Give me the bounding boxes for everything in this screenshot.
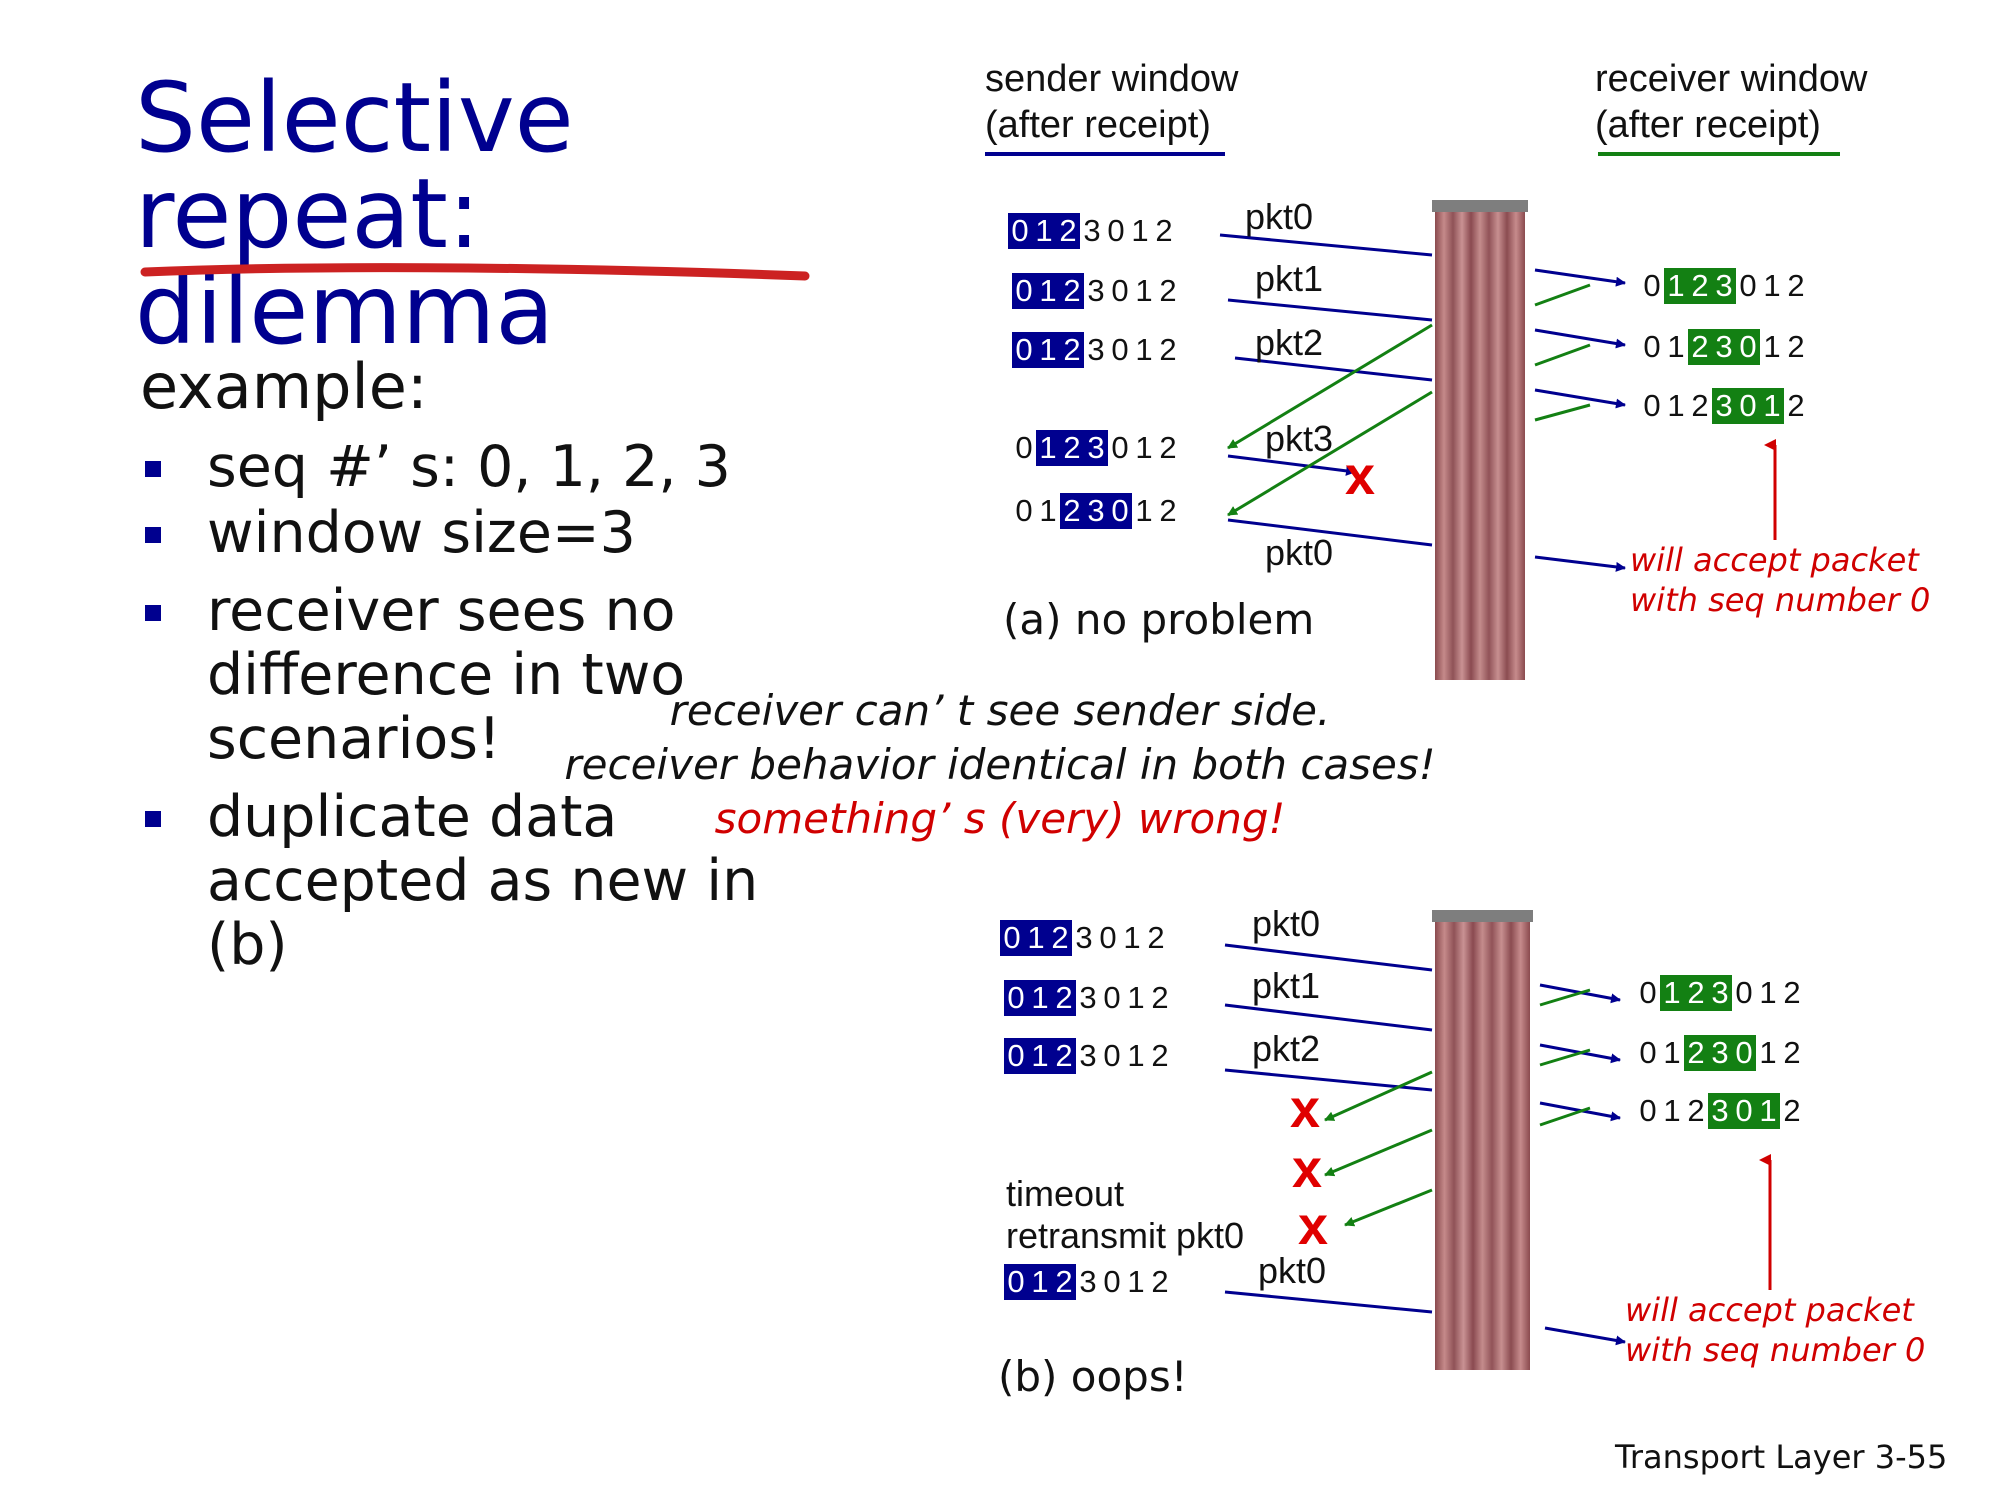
page-number: 3-55: [1874, 1438, 1948, 1476]
receiver-window: 0123012: [1639, 1093, 1801, 1129]
middle-note-line3: something’ s (very) wrong!: [714, 794, 1286, 843]
middle-note-line2: receiver behavior identical in both case…: [564, 740, 1436, 789]
middle-note-line1: receiver can’ t see sender side.: [669, 686, 1331, 735]
timeout-note: timeout retransmit pkt0: [1006, 1173, 1245, 1256]
footer-label: Transport Layer: [1615, 1438, 1865, 1476]
scenario-a-accept-note: will accept packet with seq number 0: [1630, 541, 1931, 619]
scenario-b-accept-note: will accept packet with seq number 0: [1625, 1291, 1926, 1369]
sender-window: 0123012: [1012, 332, 1180, 368]
packet-label-pkt0: pkt0: [1245, 196, 1314, 237]
sender-window: 0123012: [1008, 213, 1176, 249]
lost-ack-x-icon: x: [1290, 1079, 1321, 1139]
sender-window: 0123012: [1000, 920, 1168, 956]
sender-window: 0123012: [1015, 430, 1177, 466]
packet-label-pkt2: pkt2: [1255, 322, 1324, 363]
packet-label-pkt0-retry: pkt0: [1265, 532, 1334, 573]
packet-label-pkt2: pkt2: [1252, 1028, 1321, 1069]
scenario-a-caption: (a) no problem: [1003, 595, 1315, 644]
sender-window: 0123012: [1004, 1264, 1172, 1300]
sender-window: 0123012: [1004, 1038, 1172, 1074]
curtain-bottom: [1432, 910, 1533, 1370]
receiver-window: 0123012: [1639, 1035, 1801, 1071]
curtain-top: [1432, 200, 1528, 680]
receiver-window: 0123012: [1643, 388, 1805, 424]
scenario-a-ack-arrows: [1227, 283, 1591, 517]
packet-label-pkt3: pkt3: [1265, 418, 1334, 459]
sender-window: 0123012: [1004, 980, 1172, 1016]
sender-window: 0123012: [1015, 493, 1177, 529]
lost-ack-x-icon: x: [1292, 1139, 1323, 1199]
lost-ack-x-icon: x: [1298, 1196, 1329, 1256]
lost-packet-x-icon: x: [1345, 446, 1376, 506]
sender-window: 0123012: [1012, 273, 1180, 309]
scenario-b-caption: (b) oops!: [998, 1352, 1188, 1401]
packet-label-pkt1: pkt1: [1252, 965, 1321, 1006]
packet-label-pkt0: pkt0: [1252, 903, 1321, 944]
packet-label-pkt1: pkt1: [1255, 258, 1324, 299]
footer: Transport Layer 3-55: [1615, 1438, 1947, 1476]
receiver-window: 0123012: [1643, 329, 1805, 365]
receiver-window: 0123012: [1643, 268, 1805, 304]
receiver-window: 0123012: [1639, 975, 1801, 1011]
